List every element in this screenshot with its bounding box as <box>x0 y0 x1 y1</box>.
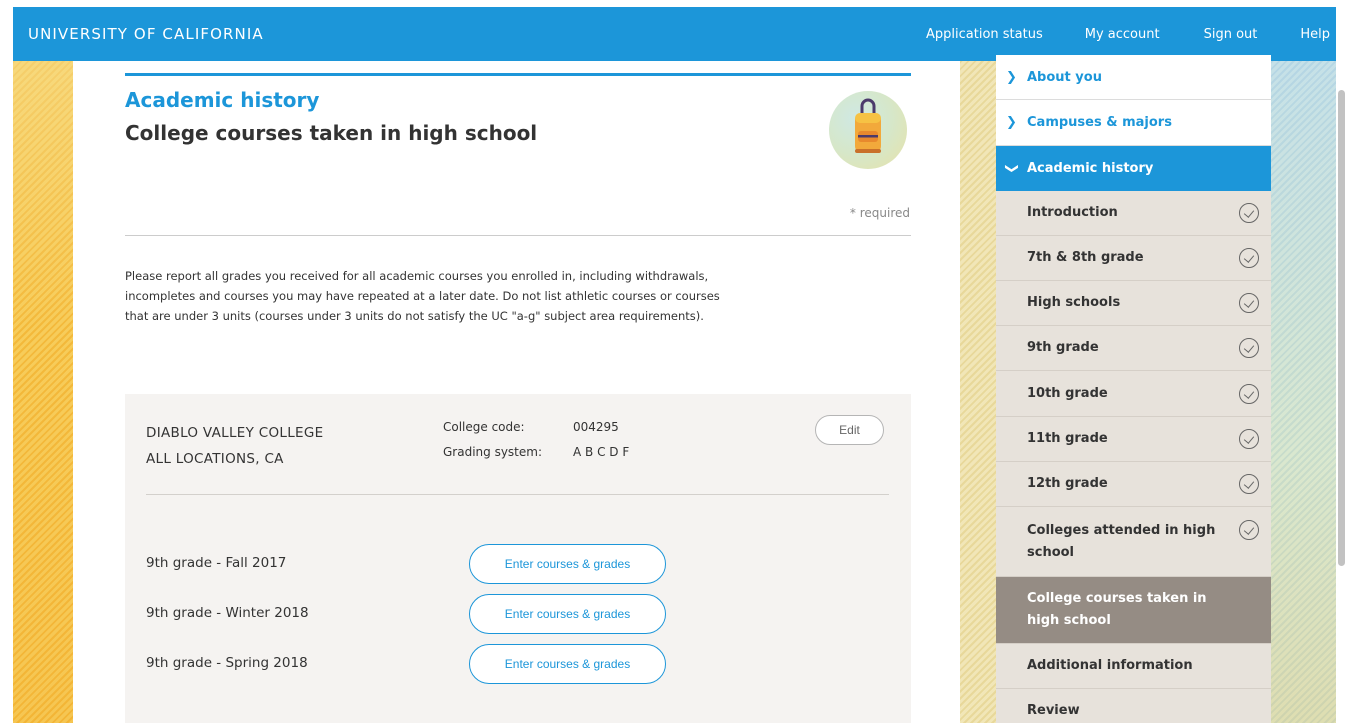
grading-system-value: A B C D F <box>573 445 630 459</box>
backpack-icon <box>829 91 907 169</box>
sidebar-item-additional-information[interactable]: Additional information <box>996 644 1271 689</box>
sidebar-item-label: Campuses & majors <box>1027 115 1172 130</box>
chevron-down-icon: ❯ <box>1004 163 1019 174</box>
application-sidebar: ❯ About you ❯ Campuses & majors ❯ Academ… <box>996 55 1271 723</box>
check-circle-icon <box>1239 520 1259 540</box>
sidebar-item-review[interactable]: Review <box>996 689 1271 723</box>
enter-courses-grades-button[interactable]: Enter courses & grades <box>469 594 666 634</box>
decorative-gradient-left <box>13 61 73 723</box>
sidebar-item-label: 9th grade <box>1027 340 1099 355</box>
check-circle-icon <box>1239 248 1259 268</box>
sidebar-item-label: 11th grade <box>1027 431 1108 446</box>
college-code-value: 004295 <box>573 420 619 434</box>
term-label: 9th grade - Fall 2017 <box>146 555 287 571</box>
college-location: ALL LOCATIONS, CA <box>146 451 284 467</box>
sidebar-item-colleges-attended[interactable]: Colleges attended in high school <box>996 507 1271 577</box>
sidebar-item-label: 7th & 8th grade <box>1027 250 1144 265</box>
sidebar-item-label: Additional information <box>1027 658 1193 673</box>
sidebar-item-introduction[interactable]: Introduction <box>996 191 1271 236</box>
sidebar-item-label: College courses taken in high school <box>1027 591 1207 628</box>
term-label: 9th grade - Winter 2018 <box>146 605 309 621</box>
my-account-link[interactable]: My account <box>1085 27 1160 42</box>
required-note: * required <box>849 206 910 220</box>
college-meta-labels: College code: Grading system: <box>443 415 542 465</box>
chevron-right-icon: ❯ <box>1006 69 1017 85</box>
sidebar-item-label: About you <box>1027 69 1102 85</box>
header-divider <box>125 235 911 236</box>
page-title: College courses taken in high school <box>125 121 538 145</box>
check-circle-icon <box>1239 203 1259 223</box>
sidebar-item-high-schools[interactable]: High schools <box>996 281 1271 326</box>
term-row: 9th grade - Winter 2018 Enter courses & … <box>125 594 911 634</box>
application-status-link[interactable]: Application status <box>926 27 1043 42</box>
sidebar-item-label: Review <box>1027 703 1080 718</box>
edit-college-button[interactable]: Edit <box>815 415 884 445</box>
decorative-gradient-right <box>1271 61 1336 723</box>
section-title: Academic history <box>125 88 320 112</box>
instructions-text: Please report all grades you received fo… <box>125 269 720 323</box>
check-circle-icon <box>1239 293 1259 313</box>
sidebar-item-7th-8th-grade[interactable]: 7th & 8th grade <box>996 236 1271 281</box>
decorative-stripes-middle <box>960 61 996 723</box>
sidebar-item-college-courses[interactable]: College courses taken in high school <box>996 577 1271 644</box>
check-circle-icon <box>1239 429 1259 449</box>
scrollbar-thumb[interactable] <box>1338 90 1345 566</box>
term-row: 9th grade - Spring 2018 Enter courses & … <box>125 644 911 684</box>
sidebar-item-label: 12th grade <box>1027 476 1108 491</box>
main-content: Academic history College courses taken i… <box>73 61 960 723</box>
window-top-edge <box>0 0 1348 7</box>
sign-out-link[interactable]: Sign out <box>1204 27 1258 42</box>
college-identity: DIABLO VALLEY COLLEGE ALL LOCATIONS, CA <box>146 420 323 472</box>
college-name: DIABLO VALLEY COLLEGE <box>146 425 324 441</box>
term-label: 9th grade - Spring 2018 <box>146 655 308 671</box>
sidebar-item-label: 10th grade <box>1027 385 1108 401</box>
sidebar-item-12th-grade[interactable]: 12th grade <box>996 462 1271 507</box>
top-nav: Application status My account Sign out H… <box>926 27 1336 42</box>
sidebar-item-9th-grade[interactable]: 9th grade <box>996 326 1271 371</box>
sidebar-item-label: High schools <box>1027 295 1121 310</box>
university-brand[interactable]: UNIVERSITY OF CALIFORNIA <box>28 25 264 43</box>
sidebar-item-campuses-majors[interactable]: ❯ Campuses & majors <box>996 100 1271 146</box>
college-code-label: College code: <box>443 420 525 434</box>
help-link[interactable]: Help <box>1300 27 1330 42</box>
college-meta-values: 004295 A B C D F <box>573 415 629 465</box>
title-divider <box>125 73 911 76</box>
sidebar-item-11th-grade[interactable]: 11th grade <box>996 417 1271 462</box>
college-card: DIABLO VALLEY COLLEGE ALL LOCATIONS, CA … <box>125 394 911 723</box>
sidebar-item-label: Academic history <box>1027 161 1154 176</box>
sidebar-item-label: Colleges attended in high school <box>1027 523 1216 560</box>
page-scrollbar[interactable] <box>1336 61 1348 723</box>
top-navigation-bar: UNIVERSITY OF CALIFORNIA Application sta… <box>13 7 1336 61</box>
check-circle-icon <box>1239 338 1259 358</box>
chevron-right-icon: ❯ <box>1006 115 1017 130</box>
card-divider <box>146 494 889 495</box>
sidebar-item-10th-grade[interactable]: 10th grade <box>996 371 1271 417</box>
sidebar-item-academic-history[interactable]: ❯ Academic history <box>996 146 1271 191</box>
check-circle-icon <box>1239 383 1259 404</box>
enter-courses-grades-button[interactable]: Enter courses & grades <box>469 644 666 684</box>
enter-courses-grades-button[interactable]: Enter courses & grades <box>469 544 666 584</box>
check-circle-icon <box>1239 474 1259 494</box>
sidebar-item-about-you[interactable]: ❯ About you <box>996 55 1271 100</box>
term-row: 9th grade - Fall 2017 Enter courses & gr… <box>125 544 911 584</box>
sidebar-item-label: Introduction <box>1027 205 1118 220</box>
grading-system-label: Grading system: <box>443 445 542 459</box>
